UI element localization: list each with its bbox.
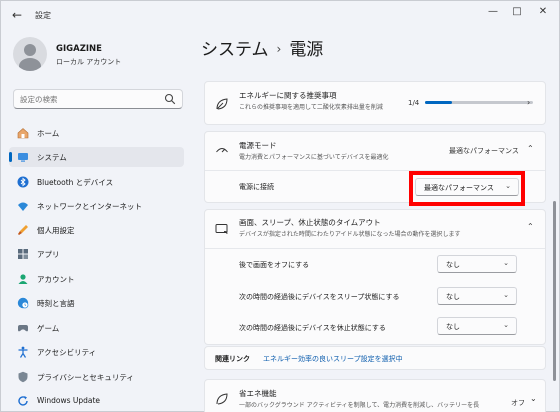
account-icon	[18, 274, 28, 284]
related-links-label: 関連リンク	[215, 355, 250, 363]
search-icon[interactable]	[164, 93, 176, 105]
power-mode-title: 電源モード	[239, 141, 277, 150]
sidebar-item-apps[interactable]: アプリ	[9, 244, 184, 264]
sidebar-item-label: ホーム	[37, 129, 60, 138]
breadcrumb-parent[interactable]: システム	[201, 40, 269, 60]
battery-saver-value: オフ	[511, 399, 525, 407]
highlight-annotation	[409, 171, 525, 206]
hibernate-value: なし	[446, 323, 460, 331]
power-mode-value: 最適なパフォーマンス	[449, 147, 519, 155]
hibernate-dropdown[interactable]: なし ⌄	[437, 317, 517, 335]
sidebar-item-label: ゲーム	[37, 324, 60, 333]
energy-title: エネルギーに関する推奨事項	[239, 91, 337, 100]
apps-icon	[18, 249, 28, 259]
sleep-settings-link[interactable]: エネルギー効率の良いスリープ設定を選択中	[263, 354, 403, 364]
screen-off-dropdown[interactable]: なし ⌄	[437, 255, 517, 273]
battery-saver-card[interactable]: 省エネ機能 一部のバックグラウンド アクティビティを制限して、電力消費を削減し、…	[204, 379, 546, 412]
chevron-up-icon[interactable]: ⌃	[527, 222, 534, 231]
sidebar-item-label: Bluetooth とデバイス	[37, 178, 114, 187]
page-title: 電源	[289, 40, 324, 60]
power-mode-icon	[216, 148, 228, 153]
battery-saver-title: 省エネ機能	[239, 389, 277, 398]
sidebar-item-system[interactable]: システム	[9, 147, 184, 167]
user-name: GIGAZINE	[56, 44, 102, 54]
sidebar-item-label: アカウント	[37, 275, 75, 284]
chevron-up-icon[interactable]: ⌃	[527, 144, 534, 153]
search-box[interactable]	[13, 89, 183, 109]
breadcrumb: システム › 電源	[201, 35, 323, 60]
accessibility-icon	[18, 346, 28, 358]
update-icon	[18, 396, 28, 406]
screen-off-label: 後で画面をオフにする	[239, 261, 310, 269]
chevron-down-icon: ⌄	[503, 259, 509, 267]
search-input[interactable]	[14, 90, 154, 108]
sidebar-item-accessibility[interactable]: アクセシビリティ	[9, 342, 184, 362]
screen-off-value: なし	[446, 261, 460, 269]
display-sleep-icon	[215, 224, 228, 235]
battery-saver-subtitle: 一部のバックグラウンド アクティビティを制限して、電力消費を削減し、バッテリーを…	[239, 402, 480, 409]
sidebar-item-home[interactable]: ホーム	[9, 123, 184, 143]
sidebar-item-accounts[interactable]: アカウント	[9, 269, 184, 289]
leaf-icon	[216, 98, 228, 110]
avatar[interactable]	[13, 37, 47, 71]
screen-sleep-title: 画面、スリープ、休止状態のタイムアウト	[239, 218, 381, 227]
game-icon	[18, 325, 28, 332]
hibernate-label: 次の時間の経過後にデバイスを休止状態にする	[239, 324, 386, 332]
sidebar-item-windows-update[interactable]: Windows Update	[9, 391, 184, 411]
plugged-in-label: 電源に接続	[239, 183, 274, 191]
related-links-row: 関連リンク エネルギー効率の良いスリープ設定を選択中	[204, 346, 546, 370]
chevron-right-icon: ›	[527, 98, 531, 107]
back-arrow-icon[interactable]: ←	[9, 7, 25, 23]
sidebar-item-label: アプリ	[37, 250, 60, 259]
bluetooth-icon	[17, 176, 29, 188]
energy-progress-fill	[425, 101, 452, 104]
sidebar-item-label: 時刻と言語	[37, 299, 75, 308]
sidebar-item-label: 個人用設定	[37, 226, 75, 235]
system-icon	[18, 153, 28, 162]
chevron-down-icon: ⌄	[530, 394, 537, 403]
sidebar-item-time-language[interactable]: 時刻と言語	[9, 293, 184, 313]
scrollbar[interactable]	[553, 201, 556, 381]
sidebar-item-label: プライバシーとセキュリティ	[37, 373, 134, 382]
window-title: 設定	[35, 11, 51, 20]
sidebar-item-label: ネットワークとインターネット	[37, 202, 142, 211]
chevron-down-icon: ⌄	[503, 291, 509, 299]
chevron-down-icon: ⌄	[503, 321, 509, 329]
sidebar-item-label: Windows Update	[37, 396, 101, 405]
sidebar-item-label: アクセシビリティ	[37, 348, 97, 357]
sidebar-item-privacy[interactable]: プライバシーとセキュリティ	[9, 367, 184, 387]
sleep-value: なし	[446, 293, 460, 301]
sidebar-item-network[interactable]: ネットワークとインターネット	[9, 196, 184, 216]
energy-subtitle: これらの推奨事項を適用して二酸化炭素排出量を削減	[239, 104, 383, 111]
energy-progress-text: 1/4	[408, 99, 420, 107]
brush-icon	[18, 225, 28, 235]
leaf-battery-icon	[216, 393, 228, 405]
power-mode-subtitle: 電力消費とパフォーマンスに基づいてデバイスを最適化	[239, 154, 389, 161]
energy-progress-bar	[425, 101, 533, 104]
active-indicator	[9, 152, 12, 162]
sleep-label: 次の時間の経過後にデバイスをスリープ状態にする	[239, 293, 400, 301]
minimize-button[interactable]: —	[483, 5, 503, 19]
sidebar-item-personalization[interactable]: 個人用設定	[9, 220, 184, 240]
sidebar-item-bluetooth[interactable]: Bluetooth とデバイス	[9, 172, 184, 192]
globe-clock-icon	[17, 297, 29, 309]
sleep-dropdown[interactable]: なし ⌄	[437, 287, 517, 305]
breadcrumb-separator: ›	[276, 42, 282, 56]
sidebar-item-gaming[interactable]: ゲーム	[9, 318, 184, 338]
settings-window: ← 設定 — □ ✕ GIGAZINE ローカル アカウント ホーム システム	[0, 0, 560, 412]
account-type: ローカル アカウント	[56, 58, 122, 66]
wifi-icon	[18, 202, 28, 211]
title-bar: ← 設定 — □ ✕	[1, 1, 560, 29]
home-icon	[17, 128, 29, 139]
divider	[205, 248, 545, 249]
screen-sleep-subtitle: デバイスが指定された時間にわたりアイドル状態になった場合の動作を選択します	[239, 231, 461, 238]
close-button[interactable]: ✕	[533, 5, 553, 19]
shield-icon	[18, 371, 28, 383]
sidebar-item-label: システム	[37, 153, 67, 162]
maximize-button[interactable]: □	[507, 5, 527, 19]
